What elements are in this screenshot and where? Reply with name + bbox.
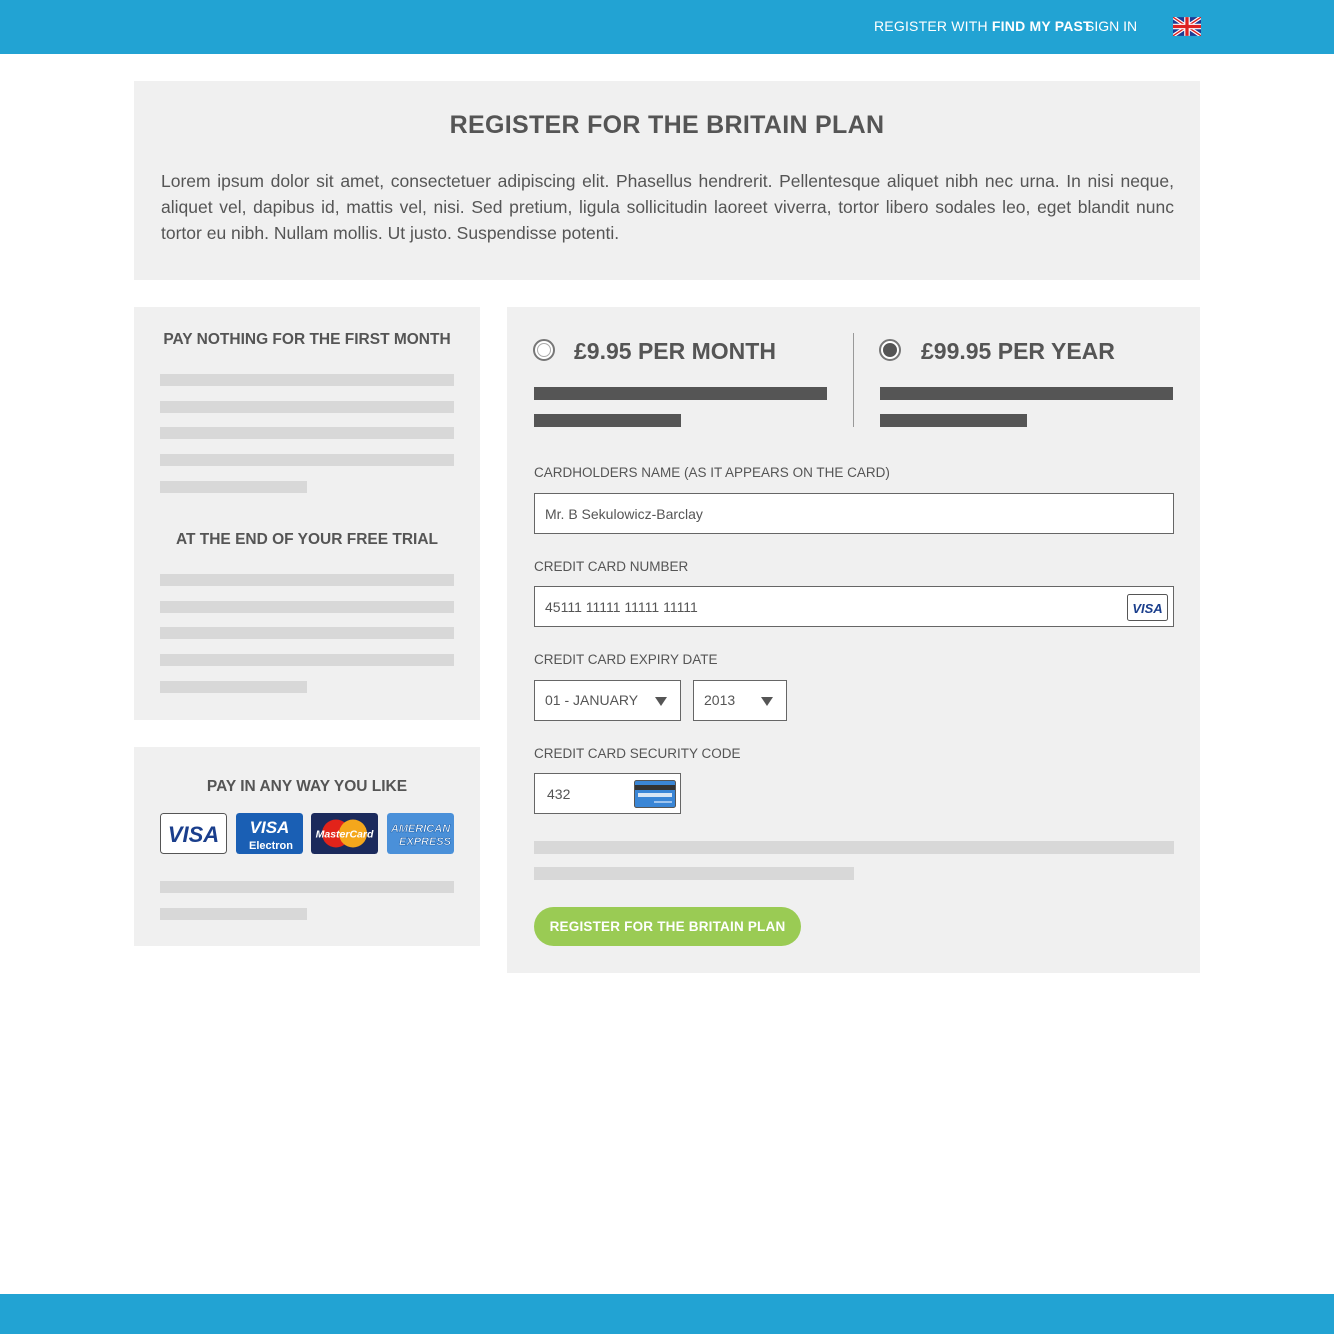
visa-electron-card-icon: VISA Electron	[236, 813, 303, 854]
plan-detail-bar	[880, 414, 1027, 427]
payment-methods-heading: PAY IN ANY WAY YOU LIKE	[206, 778, 408, 795]
cardholder-name-input[interactable]	[535, 494, 1173, 533]
top-navigation-bar: REGISTER WITH FIND MY PAST SIGN IN	[0, 0, 1334, 54]
uk-flag-icon[interactable]	[1173, 17, 1201, 36]
svg-text:Electron: Electron	[249, 840, 293, 852]
american-express-card-icon: AMERICAN EXPRESS	[387, 813, 454, 854]
placeholder-line	[160, 374, 454, 386]
page-title: REGISTER FOR THE BRITAIN PLAN	[449, 111, 885, 139]
svg-text:VISA: VISA	[1132, 601, 1162, 616]
first-month-heading: PAY NOTHING FOR THE FIRST MONTH	[163, 331, 451, 348]
card-number-input[interactable]	[535, 587, 1173, 626]
trial-info-panel: PAY NOTHING FOR THE FIRST MONTH AT THE E…	[134, 307, 480, 720]
monthly-plan-radio[interactable]	[533, 339, 555, 361]
plan-detail-bar	[880, 387, 1173, 400]
sign-in-link[interactable]: SIGN IN	[1085, 18, 1137, 34]
card-back-icon	[634, 780, 676, 808]
placeholder-line	[160, 654, 454, 666]
footer-bar	[0, 1294, 1334, 1334]
cardholder-name-field[interactable]	[534, 493, 1174, 534]
placeholder-line	[160, 454, 454, 466]
security-code-label: CREDIT CARD SECURITY CODE	[534, 746, 741, 761]
placeholder-line	[160, 401, 454, 413]
plan-divider	[853, 333, 854, 427]
monthly-plan-price: £9.95 PER MONTH	[574, 338, 776, 364]
placeholder-line	[534, 867, 854, 880]
register-brand: FIND MY PAST	[991, 18, 1092, 34]
register-prefix: REGISTER WITH	[874, 18, 988, 34]
yearly-plan-radio[interactable]	[879, 339, 901, 361]
expiry-month-value: 01 - JANUARY	[545, 692, 639, 708]
expiry-month-select[interactable]: 01 - JANUARY	[534, 680, 681, 721]
visa-card-icon: VISA	[160, 813, 227, 854]
plan-detail-bar	[534, 414, 681, 427]
yearly-plan-price: £99.95 PER YEAR	[921, 338, 1115, 364]
expiry-year-value: 2013	[704, 692, 736, 708]
intro-panel: REGISTER FOR THE BRITAIN PLAN Lorem ipsu…	[134, 81, 1200, 280]
free-trial-heading: AT THE END OF YOUR FREE TRIAL	[175, 531, 439, 548]
placeholder-line	[160, 627, 454, 639]
register-submit-button[interactable]: REGISTER FOR THE BRITAIN PLAN	[534, 907, 801, 946]
registration-form-panel: £9.95 PER MONTH £99.95 PER YEAR CARDHOLD…	[507, 307, 1200, 973]
placeholder-line	[160, 681, 307, 693]
chevron-down-icon	[655, 697, 667, 706]
expiry-year-select[interactable]: 2013	[693, 680, 787, 721]
expiry-date-label: CREDIT CARD EXPIRY DATE	[534, 652, 718, 667]
placeholder-line	[160, 481, 307, 493]
cardholder-name-label: CARDHOLDERS NAME (AS IT APPEARS ON THE C…	[534, 465, 890, 480]
svg-text:VISA: VISA	[250, 818, 290, 837]
placeholder-line	[160, 601, 454, 613]
visa-badge-icon: VISA	[1127, 594, 1168, 621]
placeholder-line	[160, 881, 454, 893]
placeholder-line	[534, 841, 1174, 854]
register-link[interactable]: REGISTER WITH FIND MY PAST	[874, 18, 1092, 34]
svg-text:EXPRESS: EXPRESS	[399, 836, 452, 848]
placeholder-line	[160, 574, 454, 586]
card-number-label: CREDIT CARD NUMBER	[534, 559, 689, 574]
svg-text:MasterCard: MasterCard	[316, 829, 374, 841]
svg-text:AMERICAN: AMERICAN	[390, 823, 451, 835]
card-number-field[interactable]: VISA	[534, 586, 1174, 627]
placeholder-line	[160, 427, 454, 439]
placeholder-line	[160, 908, 307, 920]
plan-detail-bar	[534, 387, 827, 400]
intro-text: Lorem ipsum dolor sit amet, consectetuer…	[161, 171, 1174, 243]
security-code-field[interactable]	[534, 773, 681, 814]
svg-text:VISA: VISA	[168, 822, 219, 847]
payment-methods-panel: PAY IN ANY WAY YOU LIKE VISA VISA Electr…	[134, 747, 480, 946]
chevron-down-icon	[761, 697, 773, 706]
mastercard-card-icon: MasterCard	[311, 813, 378, 854]
